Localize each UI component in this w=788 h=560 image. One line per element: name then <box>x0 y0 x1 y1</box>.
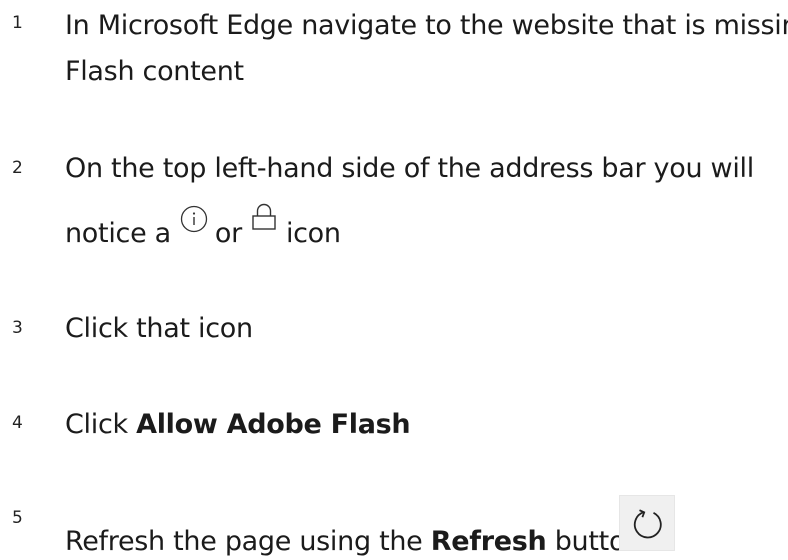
step-text-icon-word: icon <box>285 218 341 249</box>
step-text-line-2: notice a or icon <box>65 203 341 252</box>
step-text-notice: notice a <box>65 218 171 249</box>
step-number: 4 <box>12 413 23 433</box>
step-text-plain: Refresh the page using the <box>65 526 431 557</box>
step-text: Click that icon <box>65 313 253 344</box>
step-number: 5 <box>12 508 23 528</box>
allow-adobe-flash-label: Allow Adobe Flash <box>136 409 411 440</box>
step-text: Click Allow Adobe Flash <box>65 407 411 443</box>
step-number: 2 <box>12 158 23 178</box>
step-text-line-1: On the top left-hand side of the address… <box>65 153 754 184</box>
refresh-label: Refresh <box>430 526 547 557</box>
step-text-line-1: In Microsoft Edge navigate to the websit… <box>65 10 788 41</box>
info-icon <box>179 204 209 234</box>
step-number: 3 <box>12 318 23 338</box>
step-text-line-2: Flash content <box>65 56 244 87</box>
lock-icon <box>250 202 278 234</box>
step-number: 1 <box>12 13 23 33</box>
step-text: Refresh the page using the Refresh butto… <box>65 524 642 560</box>
step-text-or: or <box>214 218 242 249</box>
refresh-icon <box>619 495 675 551</box>
step-text-plain: Click <box>65 409 137 440</box>
